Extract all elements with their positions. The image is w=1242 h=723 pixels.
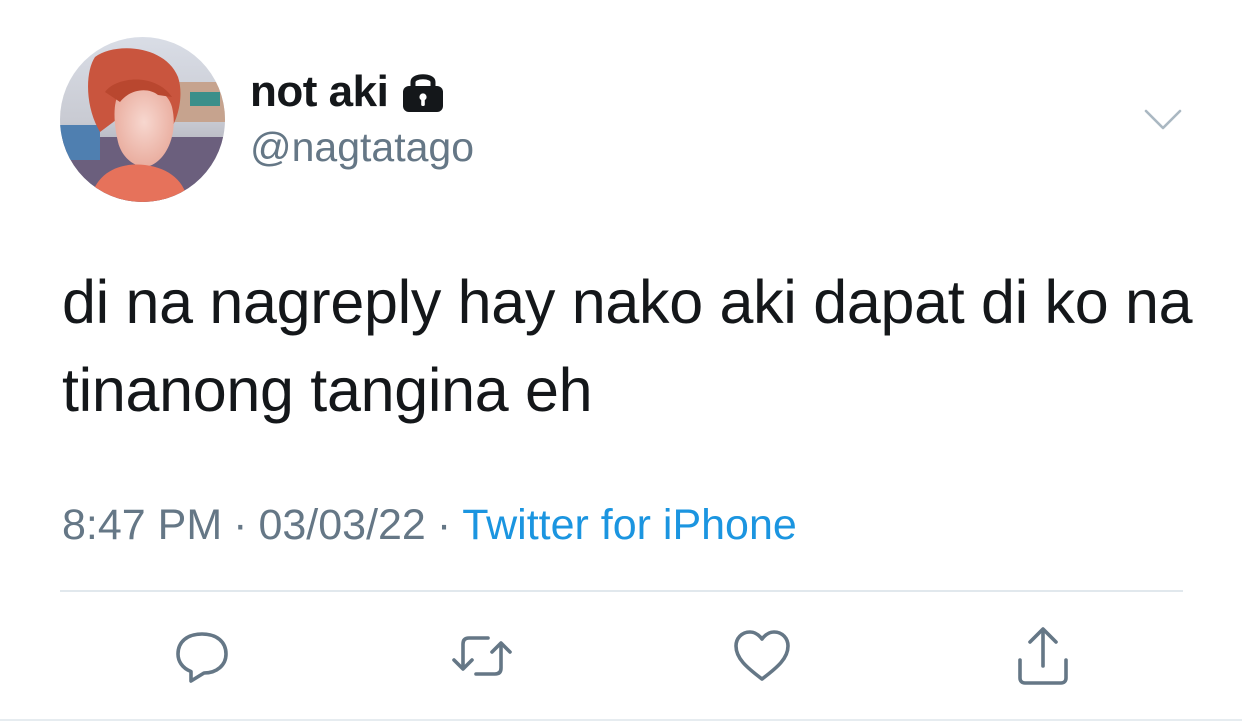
meta-separator: · xyxy=(436,500,452,549)
heart-icon xyxy=(734,630,790,681)
display-name[interactable]: not aki xyxy=(250,64,446,120)
avatar-image xyxy=(60,37,225,202)
meta-separator: · xyxy=(233,500,248,549)
avatar[interactable] xyxy=(60,37,225,202)
tweet-meta: 8:47 PM · 03/03/22 · Twitter for iPhone xyxy=(62,497,797,553)
chevron-down-icon[interactable] xyxy=(1143,104,1183,134)
tweet-source-link[interactable]: Twitter for iPhone xyxy=(462,501,797,550)
divider xyxy=(60,590,1183,592)
share-icon xyxy=(1018,627,1068,685)
display-name-text: not aki xyxy=(250,67,389,116)
user-handle[interactable]: @nagtatago xyxy=(250,124,474,171)
tweet-text: di na nagreply hay nako aki dapat di ko … xyxy=(62,268,1193,424)
like-button[interactable] xyxy=(730,624,794,688)
bottom-border xyxy=(0,719,1242,721)
reply-icon xyxy=(176,632,228,683)
tweet-date: 03/03/22 xyxy=(258,500,426,549)
lock-icon xyxy=(400,71,446,113)
retweet-icon xyxy=(452,636,512,676)
tweet-time: 8:47 PM xyxy=(62,500,223,549)
share-button[interactable] xyxy=(1011,624,1075,688)
reply-button[interactable] xyxy=(170,624,234,688)
retweet-button[interactable] xyxy=(450,624,514,688)
